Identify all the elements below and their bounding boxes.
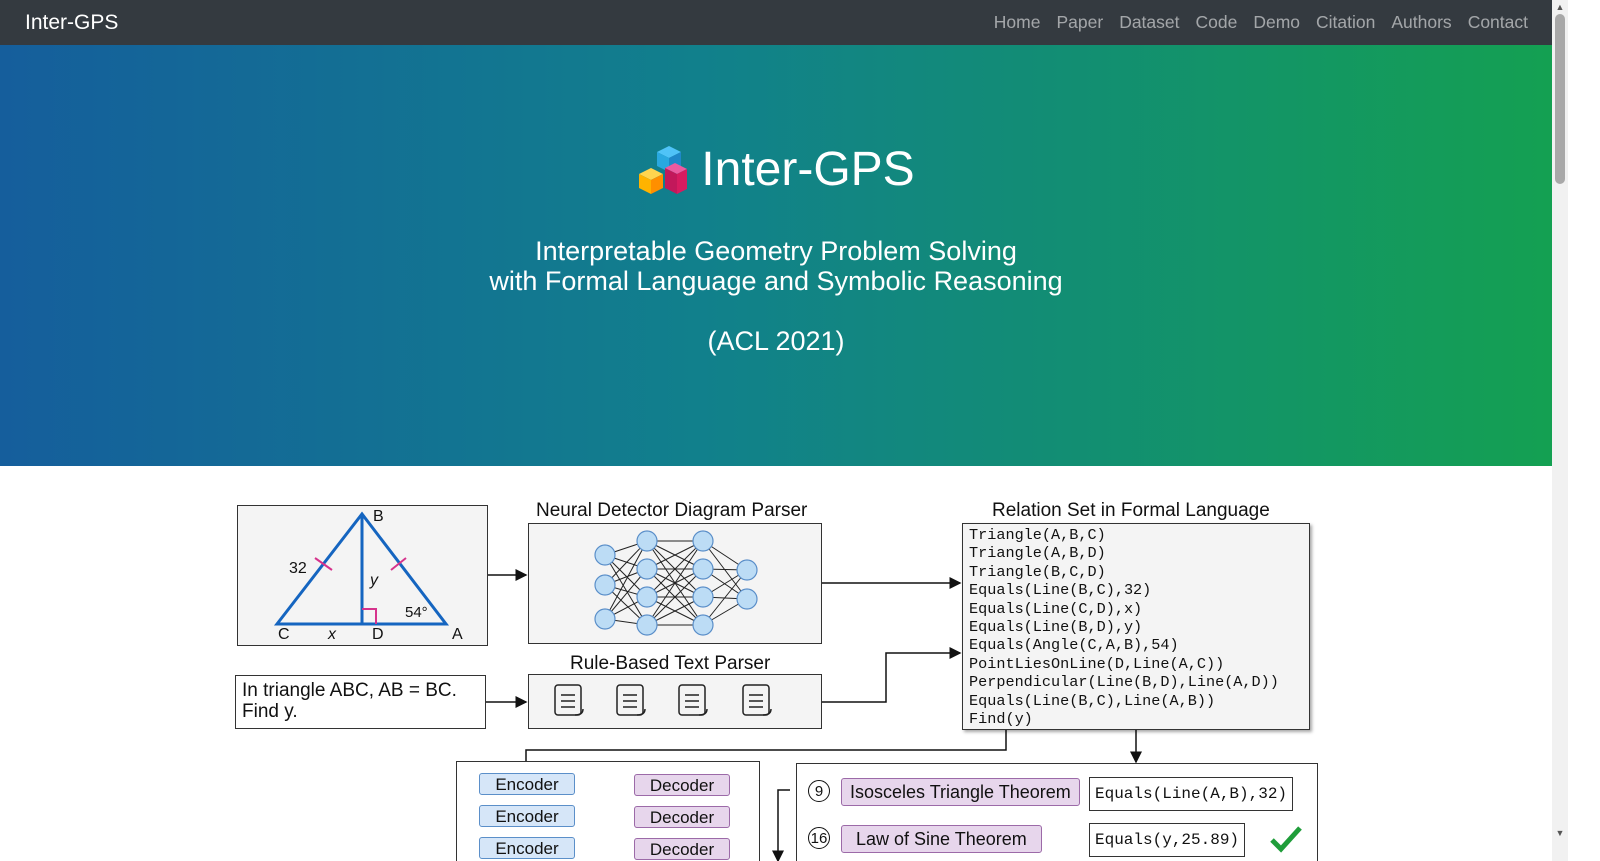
page-scrollbar-thumb[interactable]	[1555, 14, 1565, 184]
step-number: 16	[808, 827, 830, 849]
hero-subtitle-line1: Interpretable Geometry Problem Solving	[535, 236, 1017, 266]
vertex-b-label: B	[373, 508, 384, 525]
encoder-block: Encoder	[479, 837, 575, 859]
hero-subtitle-line2: with Formal Language and Symbolic Reason…	[489, 266, 1063, 296]
scroll-document-icons	[554, 684, 772, 716]
step-number: 9	[808, 780, 830, 802]
encoder-block: Encoder	[479, 773, 575, 795]
scroll-up-arrow-icon[interactable]: ▲	[1553, 2, 1567, 12]
nav-contact-link[interactable]: Contact	[1468, 12, 1528, 33]
decoder-block: Decoder	[634, 838, 730, 860]
side-length-label: 32	[289, 560, 307, 577]
nav-demo-link[interactable]: Demo	[1253, 12, 1300, 33]
nav-code-link[interactable]: Code	[1196, 12, 1238, 33]
base-x-label: x	[328, 626, 336, 643]
hero-subtitle: Interpretable Geometry Problem Solving w…	[0, 236, 1552, 296]
decoder-block: Decoder	[634, 806, 730, 828]
problem-text-line2: Find y.	[242, 701, 298, 722]
relation-item: PointLiesOnLine(D,Line(A,C))	[969, 654, 1225, 673]
neural-network-icon	[594, 530, 758, 636]
triangle-diagram	[273, 511, 450, 626]
height-y-label: y	[370, 572, 378, 589]
theorem-result: Equals(y,25.89)	[1089, 823, 1246, 857]
relation-item: Triangle(A,B,D)	[969, 544, 1106, 563]
top-navbar: Inter-GPS Home Paper Dataset Code Demo C…	[0, 0, 1552, 45]
relation-item: Equals(Line(B,C),Line(A,B))	[969, 691, 1216, 710]
geometry-diagram-box: B C D A 32 y x 54°	[237, 505, 488, 646]
text-parser-box	[528, 674, 822, 729]
relation-item: Equals(Line(B,D),y)	[969, 618, 1143, 637]
checkmark-icon	[1270, 826, 1302, 853]
diagram-parser-title: Neural Detector Diagram Parser	[536, 500, 808, 521]
relation-set-title: Relation Set in Formal Language	[992, 500, 1270, 521]
relation-set-box: Triangle(A,B,C) Triangle(A,B,D) Triangle…	[962, 523, 1310, 730]
nav-home-link[interactable]: Home	[994, 12, 1041, 33]
cube-stack-icon	[639, 145, 688, 194]
encoder-block: Encoder	[479, 805, 575, 827]
nav-citation-link[interactable]: Citation	[1316, 12, 1375, 33]
relation-item: Equals(Line(B,C),32)	[969, 581, 1152, 600]
scroll-down-arrow-icon[interactable]: ▼	[1553, 828, 1567, 838]
nav-authors-link[interactable]: Authors	[1391, 12, 1451, 33]
relation-item: Triangle(A,B,C)	[969, 526, 1106, 544]
hero-venue: (ACL 2021)	[707, 326, 845, 356]
relation-item: Equals(Angle(C,A,B),54)	[969, 636, 1179, 655]
decoder-block: Decoder	[634, 774, 730, 796]
nav-paper-link[interactable]: Paper	[1056, 12, 1103, 33]
hero-title: Inter-GPS	[701, 143, 915, 196]
angle-label: 54°	[405, 604, 428, 621]
nav-links: Home Paper Dataset Code Demo Citation Au…	[978, 12, 1528, 33]
relation-item: Triangle(B,C,D)	[969, 562, 1106, 581]
nav-dataset-link[interactable]: Dataset	[1119, 12, 1179, 33]
relation-item: Find(y)	[969, 710, 1033, 729]
navbar-brand[interactable]: Inter-GPS	[25, 11, 118, 35]
relation-item: Perpendicular(Line(B,D),Line(A,D))	[969, 673, 1279, 692]
vertex-c-label: C	[278, 626, 290, 643]
relation-item: Equals(Line(C,D),x)	[969, 599, 1143, 618]
problem-text-line1: In triangle ABC, AB = BC.	[242, 680, 457, 701]
theorem-result: Equals(Line(A,B),32)	[1089, 777, 1294, 811]
text-parser-title: Rule-Based Text Parser	[570, 653, 771, 674]
hero-title-row: Inter-GPS	[0, 142, 1552, 197]
vertex-d-label: D	[372, 626, 384, 643]
problem-text-box: In triangle ABC, AB = BC. Find y.	[235, 675, 486, 729]
pipeline-figure: B C D A 32 y x 54° Neural Detector Diagr…	[230, 490, 1325, 861]
neural-network-box	[528, 523, 822, 644]
theorem-label: Isosceles Triangle Theorem	[841, 778, 1080, 806]
hero-banner: Inter-GPS Interpretable Geometry Problem…	[0, 45, 1552, 466]
encoder-decoder-box: Encoder Encoder Encoder Decoder Decoder …	[456, 761, 760, 861]
symbolic-solver-box: 9 Isosceles Triangle Theorem Equals(Line…	[796, 763, 1318, 861]
vertex-a-label: A	[452, 626, 463, 643]
relation-list: Triangle(A,B,C) Triangle(A,B,D) Triangle…	[969, 526, 1279, 728]
theorem-label: Law of Sine Theorem	[841, 825, 1042, 853]
